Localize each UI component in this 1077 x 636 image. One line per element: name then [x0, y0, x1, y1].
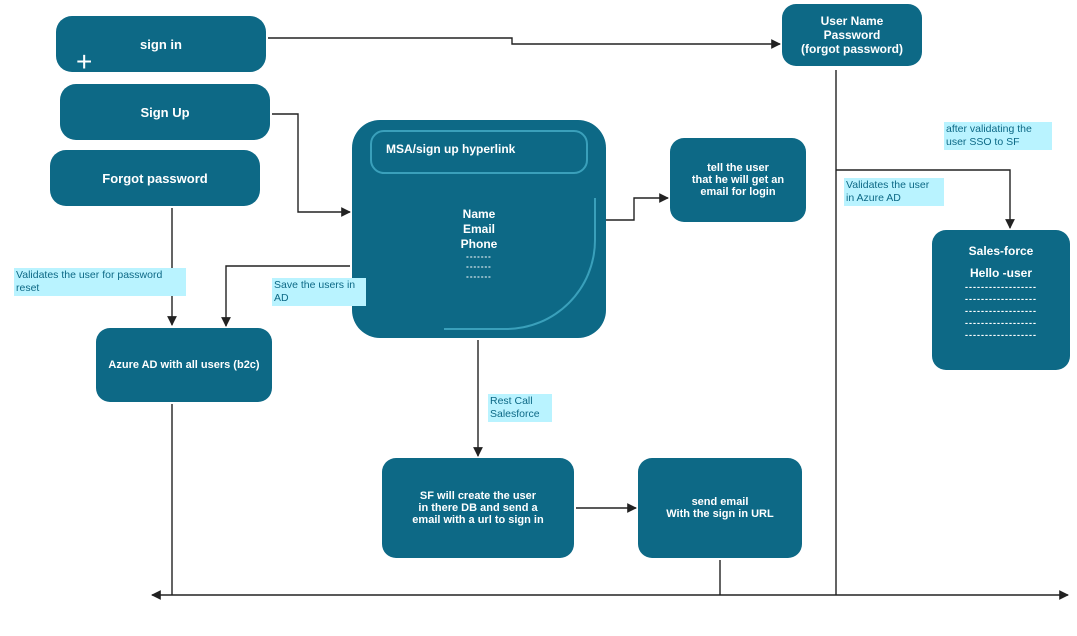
text: Password [824, 28, 881, 42]
diagram-canvas: sign in Sign Up Forgot password + User N… [0, 0, 1077, 636]
node-tell-user[interactable]: tell the user that he will get an email … [670, 138, 806, 222]
node-azure-ad[interactable]: Azure AD with all users (b2c) [96, 328, 272, 402]
node-send-email[interactable]: send email With the sign in URL [638, 458, 802, 558]
card-sign-up[interactable]: Sign Up [60, 84, 270, 140]
card-label: Forgot password [102, 171, 207, 186]
card-label: Sign Up [140, 105, 189, 120]
text: (forgot password) [801, 42, 903, 56]
card-sign-in[interactable]: sign in [56, 16, 266, 72]
label-validate-azure: Validates the user in Azure AD [844, 178, 944, 206]
label-after-sso: after validating the user SSO to SF [944, 122, 1052, 150]
auth-options-stack: sign in Sign Up Forgot password + [50, 16, 270, 206]
msa-header: MSA/sign up hyperlink [370, 130, 588, 174]
card-forgot-password[interactable]: Forgot password [50, 150, 260, 206]
node-salesforce[interactable]: Sales-force Hello -user ----------------… [932, 230, 1070, 370]
label-rest-call: Rest Call Salesforce [488, 394, 552, 422]
node-sf-create[interactable]: SF will create the user in there DB and … [382, 458, 574, 558]
node-msa-signup[interactable]: MSA/sign up hyperlink Name Email Phone -… [352, 120, 606, 338]
label-save-ad: Save the users in AD [272, 278, 366, 306]
label-validate-reset: Validates the user for password reset [14, 268, 186, 296]
card-label: sign in [140, 37, 182, 52]
text: User Name [821, 14, 884, 28]
node-username-password[interactable]: User Name Password (forgot password) [782, 4, 922, 66]
